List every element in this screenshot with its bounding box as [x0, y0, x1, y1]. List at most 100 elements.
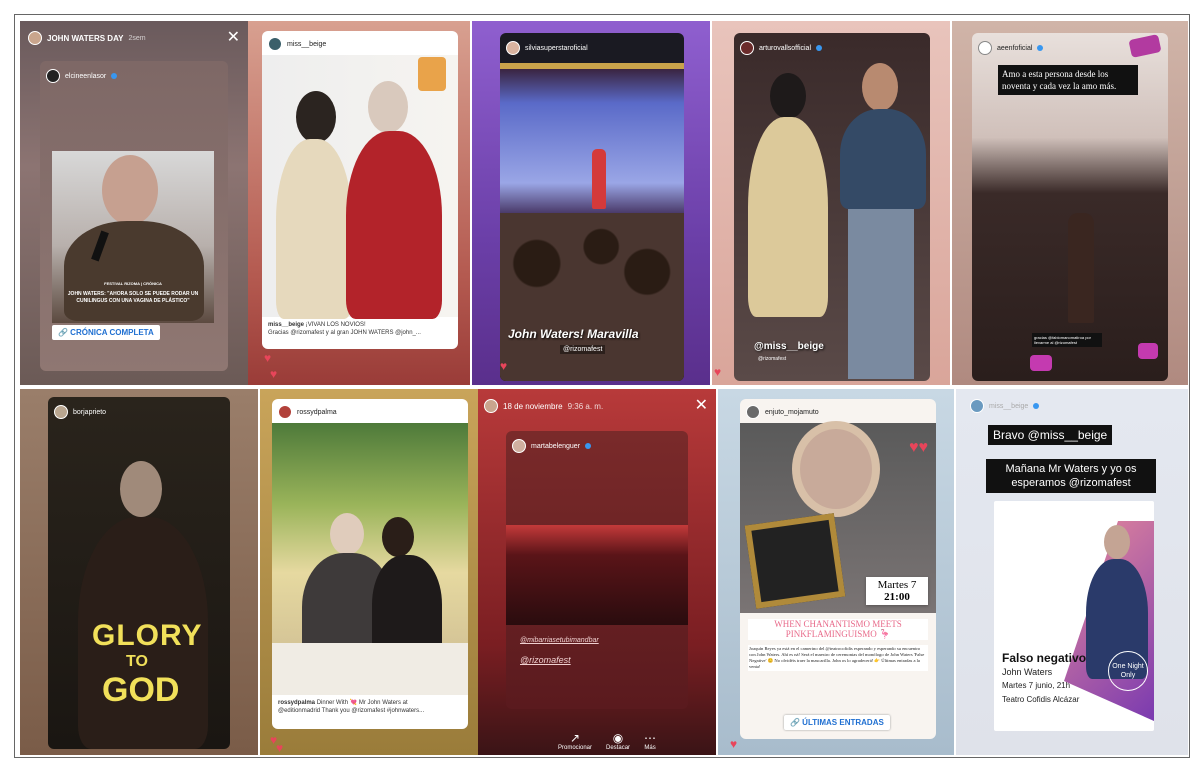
- story-header: 18 de noviembre 9:36 a. m.: [484, 399, 603, 413]
- avatar[interactable]: [484, 399, 498, 413]
- poster-date: Martes 7 junio, 21h: [1002, 681, 1071, 690]
- story-panel-2[interactable]: miss__beige miss__beige ¡VIVAN LOS NOVIO…: [248, 21, 470, 385]
- post-card[interactable]: miss__beige miss__beige ¡VIVAN LOS NOVIO…: [262, 31, 458, 349]
- avatar[interactable]: [970, 399, 984, 413]
- post-header: arturovallsofficial: [740, 41, 823, 55]
- woman-dress: [276, 139, 352, 319]
- post-card[interactable]: rossydpalma rossydpalma Dinner With 💘 Mr…: [272, 399, 468, 729]
- verified-icon: [111, 73, 118, 79]
- date-card: Martes 7 21:00: [866, 577, 928, 605]
- post-header: silviasuperstaroficial: [506, 41, 588, 55]
- post-card[interactable]: enjuto_mojamuto ♥♥ Martes 7 21:00 WHEN C…: [740, 399, 936, 739]
- story-user[interactable]: JOHN WATERS DAY: [47, 34, 123, 43]
- avatar: [46, 69, 60, 83]
- post-card[interactable]: arturovallsofficial @miss__beige @rizoma…: [734, 33, 930, 381]
- heart-circle-icon: ◉: [612, 731, 624, 745]
- avatar[interactable]: [54, 405, 68, 419]
- caption-user[interactable]: rossydpalma: [278, 700, 315, 706]
- avatar[interactable]: [506, 41, 520, 55]
- chronicle-link[interactable]: 🔗 CRÓNICA COMPLETA: [52, 325, 160, 340]
- poster-title: Falso negativo: [1002, 651, 1087, 665]
- man-shirt: [840, 109, 926, 209]
- stage-photo[interactable]: John Waters! Maravilla @rizomafest: [500, 63, 684, 381]
- to-text: TO: [126, 653, 148, 670]
- story-panel-10[interactable]: miss__beige Bravo @miss__beige Mañana Mr…: [956, 389, 1188, 755]
- mention-tag-2[interactable]: @rizomafest: [520, 655, 571, 665]
- post-user[interactable]: rossydpalma: [297, 409, 337, 416]
- post-photo[interactable]: [262, 55, 458, 319]
- person-face: [102, 155, 158, 225]
- tickets-link[interactable]: 🔗 ÚLTIMAS ENTRADAS: [784, 715, 890, 730]
- story-panel-7[interactable]: rossydpalma rossydpalma Dinner With 💘 Mr…: [260, 389, 478, 755]
- story-panel-1[interactable]: JOHN WATERS DAY 2sem ✕ elcineenlasor FES…: [20, 21, 248, 385]
- promote-button[interactable]: ↗ Promocionar: [558, 731, 592, 751]
- man-suit: [346, 131, 442, 319]
- post-card[interactable]: borjaprieto GLORY TO GOD: [48, 397, 230, 749]
- mention-tag-2[interactable]: @rizomafest: [758, 356, 786, 362]
- heart-icon: ♥: [270, 367, 278, 381]
- story-panel-4[interactable]: arturovallsofficial @miss__beige @rizoma…: [712, 21, 950, 385]
- post-caption: miss__beige ¡VIVAN LOS NOVIOS! Gracias @…: [268, 321, 452, 337]
- more-button[interactable]: ⋯ Más: [644, 731, 656, 751]
- post-user[interactable]: aeenfoficial: [997, 45, 1032, 52]
- time-text: 21:00: [884, 591, 910, 603]
- promote-label: Promocionar: [558, 745, 593, 751]
- reposted-post[interactable]: elcineenlasor FESTIVAL RIZOMA | CRÓNICA …: [40, 61, 228, 371]
- avatar[interactable]: [978, 41, 992, 55]
- repost-user[interactable]: elcineenlasor: [65, 73, 106, 80]
- story-panel-8[interactable]: 18 de noviembre 9:36 a. m. ✕ martabeleng…: [478, 389, 716, 755]
- person-body: [64, 221, 204, 321]
- highlight-button[interactable]: ◉ Destacar: [606, 731, 630, 751]
- story-panel-3[interactable]: silviasuperstaroficial John Waters! Mara…: [472, 21, 710, 385]
- quote-text: Amo a esta persona desde los noventa y c…: [998, 65, 1138, 95]
- mention-tag[interactable]: @rizomafest: [560, 345, 606, 354]
- story-panel-5[interactable]: aeenfoficial Amo a esta persona desde lo…: [952, 21, 1188, 385]
- post-card[interactable]: silviasuperstaroficial John Waters! Mara…: [500, 33, 684, 381]
- story-collage: JOHN WATERS DAY 2sem ✕ elcineenlasor FES…: [14, 14, 1190, 758]
- story-panel-9[interactable]: enjuto_mojamuto ♥♥ Martes 7 21:00 WHEN C…: [718, 389, 954, 755]
- post-user[interactable]: miss__beige: [287, 41, 326, 48]
- article-kicker: FESTIVAL RIZOMA | CRÓNICA: [104, 281, 162, 286]
- theater-photo[interactable]: [506, 525, 688, 625]
- post-user[interactable]: borjaprieto: [73, 409, 106, 416]
- reposted-post[interactable]: martabelenguer @mibarriasetubimandbar @r…: [506, 431, 688, 709]
- caption-user[interactable]: miss__beige: [268, 322, 304, 328]
- avatar[interactable]: [746, 405, 760, 419]
- story-time: 9:36 a. m.: [567, 401, 604, 411]
- article-headline: JOHN WATERS: "AHORA SOLO SE PUEDE RODAR …: [67, 291, 199, 304]
- post-header: miss__beige: [268, 37, 326, 51]
- story-user[interactable]: miss__beige: [989, 403, 1028, 410]
- post-user[interactable]: enjuto_mojamuto: [765, 409, 819, 416]
- mention-tag[interactable]: @miss__beige: [754, 341, 824, 352]
- story-panel-6[interactable]: borjaprieto GLORY TO GOD: [20, 389, 258, 755]
- heart-sticker-icon: ♥♥: [909, 439, 928, 456]
- avatar[interactable]: [28, 31, 42, 45]
- picture-frame: [744, 513, 846, 609]
- post-photo[interactable]: [272, 423, 468, 695]
- post-header: borjaprieto: [54, 405, 106, 419]
- event-poster[interactable]: Falso negativo John Waters Martes 7 juni…: [994, 501, 1154, 731]
- close-icon[interactable]: ✕: [227, 27, 240, 47]
- woman-head: [296, 91, 336, 143]
- avatar[interactable]: [268, 37, 282, 51]
- avatar[interactable]: [278, 405, 292, 419]
- post-user[interactable]: silviasuperstaroficial: [525, 45, 588, 52]
- more-icon: ⋯: [644, 731, 657, 745]
- post-card[interactable]: aeenfoficial Amo a esta persona desde lo…: [972, 33, 1168, 381]
- article-image[interactable]: FESTIVAL RIZOMA | CRÓNICA JOHN WATERS: "…: [52, 151, 214, 323]
- post-user[interactable]: arturovallsofficial: [759, 45, 811, 52]
- repost-user[interactable]: martabelenguer: [531, 443, 580, 450]
- poster-name: John Waters: [1002, 667, 1053, 677]
- body-text: Joaquín Reyes ya está en el camerino del…: [748, 645, 928, 671]
- caption-text: Dinner With 💘 Mr John Waters at: [316, 700, 408, 706]
- bravo-text: Bravo @miss__beige: [988, 425, 1113, 445]
- post-header: enjuto_mojamuto: [746, 405, 819, 419]
- woman-head: [770, 73, 806, 119]
- action-bar: ↗ Promocionar ◉ Destacar ⋯ Más: [558, 731, 656, 751]
- heart-sticker-icon: [1030, 355, 1052, 371]
- avatar[interactable]: [740, 41, 754, 55]
- person-head: [1104, 525, 1130, 559]
- close-icon[interactable]: ✕: [695, 395, 708, 415]
- story-header: miss__beige: [970, 399, 1040, 413]
- mention-tag[interactable]: @mibarriasetubimandbar: [520, 637, 599, 644]
